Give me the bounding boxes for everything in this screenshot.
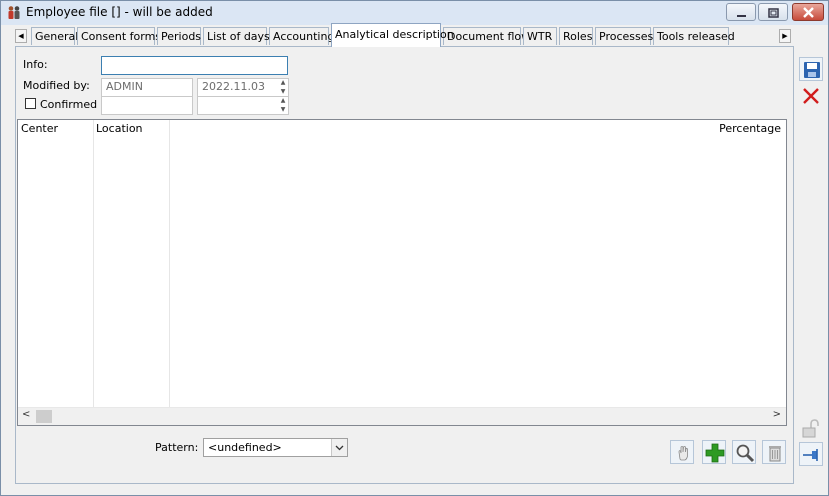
employee-file-window: Employee file [] - will be added ◀ ▶ Gen… <box>0 0 829 496</box>
column-header-percentage[interactable]: Percentage <box>719 122 781 135</box>
tab-document-flow[interactable]: Document flow <box>443 27 530 45</box>
pattern-select-value: <undefined> <box>208 441 282 454</box>
tab-tools-released[interactable]: Tools released <box>653 27 735 45</box>
modified-date-value: 2022.11.03 <box>202 80 265 93</box>
info-input[interactable] <box>101 56 288 75</box>
scroll-right-arrow-icon[interactable]: > <box>773 409 781 420</box>
modified-date-spinner: ▲ ▼ <box>280 79 286 95</box>
hand-icon[interactable] <box>670 440 694 464</box>
confirmed-by-field <box>101 96 193 115</box>
chevron-down-icon[interactable] <box>331 439 347 456</box>
tab-wtr[interactable]: WTR <box>523 27 557 45</box>
scroll-left-arrow-icon[interactable]: < <box>22 409 30 420</box>
tab-general[interactable]: General <box>31 27 78 45</box>
pattern-label: Pattern: <box>155 441 199 454</box>
confirmed-checkbox[interactable] <box>25 98 36 109</box>
pattern-select[interactable]: <undefined> <box>203 438 348 457</box>
title-bar: Employee file [] - will be added <box>1 1 828 25</box>
close-button[interactable] <box>792 3 824 21</box>
tab-accounting[interactable]: Accounting <box>269 27 334 45</box>
tab-roles[interactable]: Roles <box>559 27 593 45</box>
cancel-icon[interactable] <box>799 84 823 108</box>
tab-analytical-description[interactable]: Analytical description <box>331 23 454 47</box>
horizontal-scrollbar[interactable]: < > <box>18 407 786 425</box>
restore-button[interactable] <box>758 3 788 21</box>
confirmed-date-spinner[interactable]: ▲ ▼ <box>278 97 288 114</box>
save-icon[interactable] <box>799 57 823 81</box>
pin-icon[interactable] <box>799 442 823 466</box>
column-separator <box>93 120 94 410</box>
confirmed-date-field[interactable]: ▲ ▼ <box>197 96 289 115</box>
tab-scroll-right-button[interactable]: ▶ <box>779 29 791 43</box>
tab-processes[interactable]: Processes <box>595 27 653 45</box>
lock-icon[interactable] <box>799 417 823 441</box>
info-label: Info: <box>23 58 48 71</box>
minimize-button[interactable] <box>726 3 756 21</box>
modified-by-label: Modified by: <box>23 79 90 92</box>
column-header-location[interactable]: Location <box>96 122 143 135</box>
tab-periods[interactable]: Periods <box>157 27 201 45</box>
add-icon[interactable] <box>702 440 726 464</box>
tab-scroll-left-button[interactable]: ◀ <box>15 29 27 43</box>
employee-icon <box>6 5 22 21</box>
magnifier-icon[interactable] <box>732 440 756 464</box>
window-title: Employee file [] - will be added <box>26 5 213 19</box>
column-header-center[interactable]: Center <box>21 122 58 135</box>
scrollbar-thumb[interactable] <box>36 410 52 423</box>
trash-icon[interactable] <box>762 440 786 464</box>
tab-list-of-days[interactable]: List of days <box>203 27 270 45</box>
analytical-description-grid[interactable]: Center Location Percentage < > <box>17 119 787 426</box>
tab-consent-forms[interactable]: Consent forms <box>77 27 161 45</box>
modified-by-field: ADMIN <box>101 78 193 97</box>
modified-date-field: 2022.11.03 ▲ ▼ <box>197 78 289 97</box>
column-separator <box>169 120 170 410</box>
